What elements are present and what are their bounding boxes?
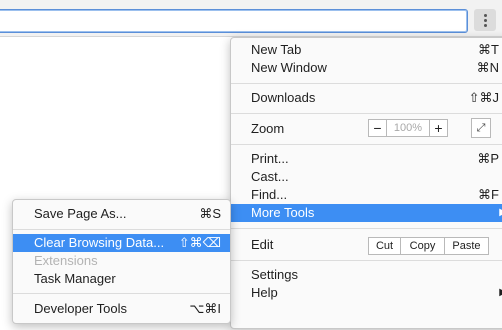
developer-tools-label: Developer Tools	[34, 301, 127, 316]
menu-separator	[231, 144, 502, 145]
clear-browsing-label: Clear Browsing Data...	[34, 235, 165, 250]
task-manager-label: Task Manager	[34, 271, 116, 286]
new-tab-label: New Tab	[251, 42, 302, 57]
help-label: Help	[251, 285, 278, 300]
kebab-menu-icon[interactable]	[474, 9, 496, 31]
zoom-label: Zoom	[251, 121, 285, 136]
menu-item-settings[interactable]: Settings	[231, 266, 502, 284]
submenu-item-task-manager[interactable]: Task Manager	[13, 270, 230, 288]
clear-browsing-shortcut: ⇧⌘⌫	[178, 235, 221, 250]
cut-button[interactable]: Cut	[368, 237, 401, 255]
downloads-shortcut: ⇧⌘J	[468, 90, 499, 105]
save-page-shortcut: ⌘S	[199, 206, 221, 221]
menu-item-print[interactable]: Print... ⌘P	[231, 150, 502, 168]
extensions-label: Extensions	[34, 253, 98, 268]
fullscreen-icon[interactable]: ⤢	[471, 118, 491, 138]
chrome-main-menu: New Tab ⌘T New Window ⌘N Downloads ⇧⌘J Z…	[230, 37, 502, 329]
submenu-item-clear-browsing-data[interactable]: Clear Browsing Data... ⇧⌘⌫	[13, 234, 230, 252]
find-label: Find...	[251, 187, 288, 202]
new-window-label: New Window	[251, 60, 327, 75]
menu-item-zoom: Zoom	[231, 120, 502, 138]
menu-item-new-window[interactable]: New Window ⌘N	[231, 59, 502, 77]
zoom-in-button[interactable]: +	[429, 119, 448, 137]
address-bar[interactable]	[0, 9, 468, 33]
menu-item-downloads[interactable]: Downloads ⇧⌘J	[231, 89, 502, 107]
copy-button[interactable]: Copy	[401, 237, 445, 255]
menu-separator	[13, 229, 230, 230]
submenu-item-developer-tools[interactable]: Developer Tools ⌥⌘I	[13, 300, 230, 318]
submenu-item-save-page[interactable]: Save Page As... ⌘S	[13, 205, 230, 223]
save-page-label: Save Page As...	[34, 206, 127, 221]
zoom-level: 100%	[387, 119, 429, 137]
browser-toolbar	[0, 0, 502, 37]
menu-separator	[231, 260, 502, 261]
more-tools-label: More Tools	[251, 205, 315, 220]
menu-separator	[13, 293, 230, 294]
menu-separator	[231, 228, 502, 229]
paste-button[interactable]: Paste	[445, 237, 489, 255]
downloads-label: Downloads	[251, 90, 316, 105]
developer-tools-shortcut: ⌥⌘I	[189, 301, 221, 316]
print-label: Print...	[251, 151, 289, 166]
menu-item-cast[interactable]: Cast...	[231, 168, 502, 186]
cast-label: Cast...	[251, 169, 289, 184]
menu-item-help[interactable]: Help ▶	[231, 284, 502, 302]
menu-item-find[interactable]: Find... ⌘F	[231, 186, 502, 204]
menu-item-new-tab[interactable]: New Tab ⌘T	[231, 41, 502, 59]
new-window-shortcut: ⌘N	[476, 60, 499, 75]
print-shortcut: ⌘P	[477, 151, 499, 166]
zoom-out-button[interactable]: −	[368, 119, 387, 137]
settings-label: Settings	[251, 267, 298, 282]
menu-item-more-tools[interactable]: More Tools ▶	[231, 204, 502, 222]
menu-separator	[231, 113, 502, 114]
submenu-item-extensions: Extensions	[13, 252, 230, 270]
edit-label: Edit	[251, 237, 274, 252]
menu-separator	[231, 83, 502, 84]
more-tools-submenu: Save Page As... ⌘S Clear Browsing Data..…	[12, 199, 231, 324]
find-shortcut: ⌘F	[478, 187, 499, 202]
new-tab-shortcut: ⌘T	[478, 42, 499, 57]
